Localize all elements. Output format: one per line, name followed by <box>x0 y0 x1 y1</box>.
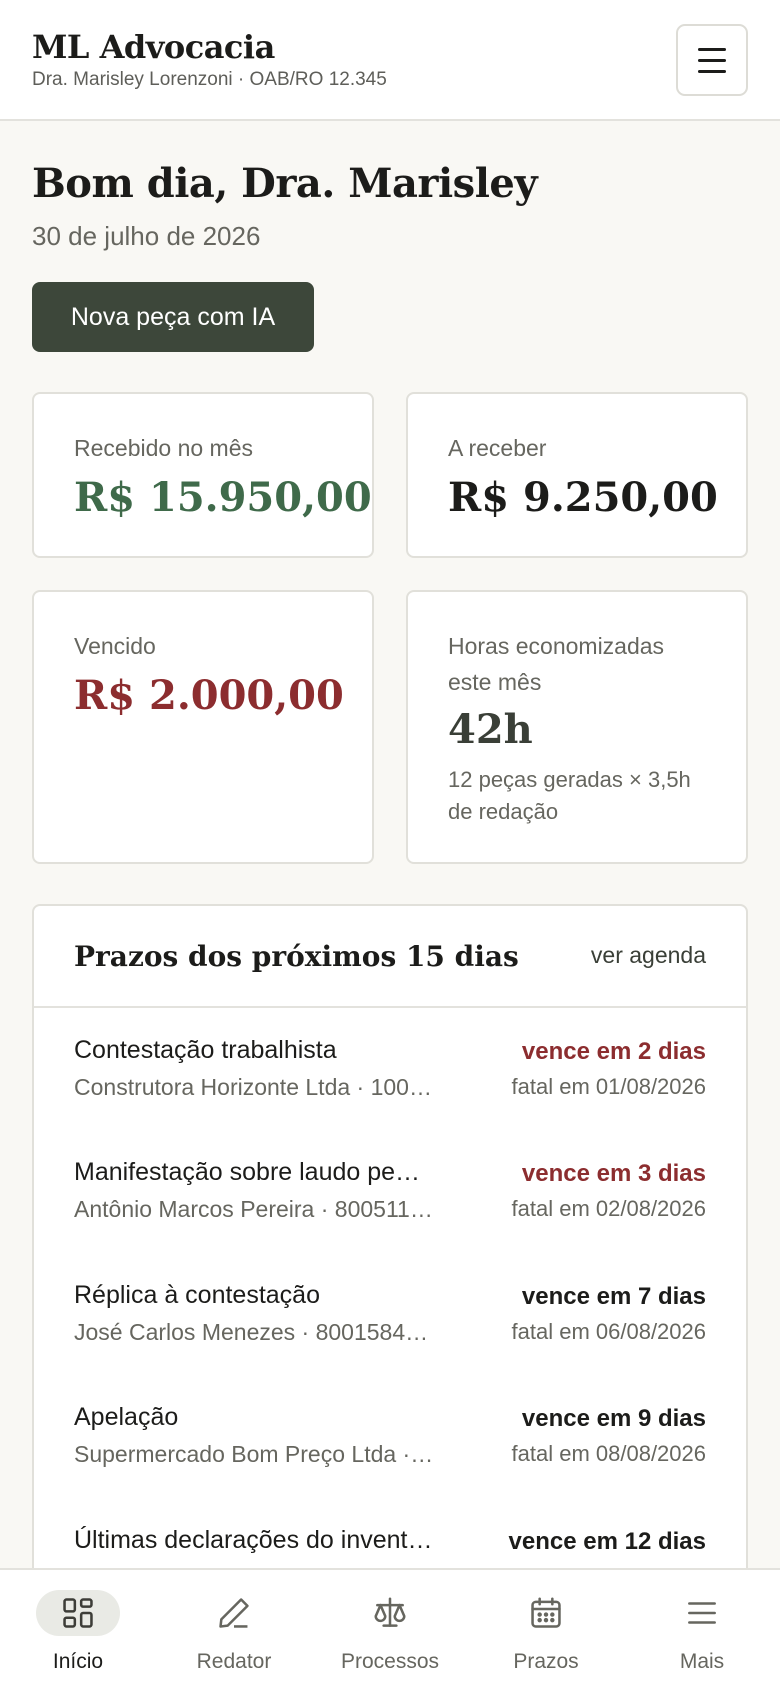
bottom-navigation: Início Redator Processos Prazos Mais <box>0 1568 780 1688</box>
hamburger-menu-icon <box>698 47 726 51</box>
deadline-subtitle: José Carlos Menezes · 8001584… <box>74 1319 429 1345</box>
lawyer-credentials: Dra. Marisley Lorenzoni · OAB/RO 12.345 <box>32 69 387 90</box>
nav-label: Processos <box>340 1650 440 1673</box>
deadline-subtitle: Construtora Horizonte Ltda · 100… <box>74 1074 432 1100</box>
stat-card-receivable: A receber R$ 9.250,00 <box>406 392 748 558</box>
deadline-due: vence em 9 dias <box>521 1405 706 1432</box>
app-header: ML Advocacia Dra. Marisley Lorenzoni · O… <box>0 0 780 121</box>
deadlines-header: Prazos dos próximos 15 dias ver agenda <box>34 906 746 1008</box>
stat-card-overdue: Vencido R$ 2.000,00 <box>32 590 374 864</box>
deadline-subtitle: Supermercado Bom Preço Ltda ·… <box>74 1441 434 1467</box>
deadline-item[interactable]: Apelação Supermercado Bom Preço Ltda ·… … <box>34 1403 746 1525</box>
deadline-item[interactable]: Contestação trabalhista Construtora Hori… <box>34 1036 746 1158</box>
deadline-fatal-date: fatal em 01/08/2026 <box>511 1074 706 1099</box>
grid-icon <box>63 1598 93 1628</box>
deadline-fatal-date: fatal em 02/08/2026 <box>511 1196 706 1221</box>
hamburger-menu-button[interactable] <box>676 24 748 96</box>
deadline-due: vence em 3 dias <box>521 1160 706 1187</box>
calendar-icon <box>531 1597 561 1628</box>
deadline-title: Manifestação sobre laudo pe… <box>74 1158 421 1186</box>
stat-label: Vencido <box>74 633 156 659</box>
deadline-title: Réplica à contestação <box>74 1281 320 1309</box>
firm-name: ML Advocacia <box>32 28 275 66</box>
nav-item-redator[interactable]: Redator <box>156 1570 312 1688</box>
scales-icon <box>374 1597 406 1627</box>
greeting-title: Bom dia, Dra. Marisley <box>32 160 538 207</box>
stat-card-received: Recebido no mês R$ 15.950,00 <box>32 392 374 558</box>
stat-label: Horas economizadas este mês <box>448 633 665 695</box>
deadline-title: Apelação <box>74 1403 179 1431</box>
new-ai-document-button[interactable]: Nova peça com IA <box>32 282 314 352</box>
current-date: 30 de julho de 2026 <box>32 221 261 251</box>
nav-label: Mais <box>679 1650 725 1673</box>
nav-item-inicio[interactable]: Início <box>0 1570 156 1688</box>
nav-item-processos[interactable]: Processos <box>312 1570 468 1688</box>
stat-label: Recebido no mês <box>74 435 253 461</box>
pencil-icon <box>219 1598 249 1628</box>
stat-card-hours-saved: Horas economizadas este mês 42h 12 peças… <box>406 590 748 864</box>
deadline-due: vence em 7 dias <box>521 1283 706 1310</box>
stat-note: 12 peças geradas × 3,5h de redação <box>448 767 691 824</box>
stat-value: 42h <box>448 706 533 753</box>
deadline-fatal-date: fatal em 06/08/2026 <box>511 1319 706 1344</box>
stat-label: A receber <box>448 435 547 461</box>
deadline-subtitle: Antônio Marcos Pereira · 800511… <box>74 1196 433 1222</box>
deadline-due: vence em 2 dias <box>521 1038 706 1065</box>
stat-value: R$ 2.000,00 <box>74 672 344 719</box>
deadlines-title: Prazos dos próximos 15 dias <box>74 940 519 973</box>
deadline-item[interactable]: Réplica à contestação José Carlos Meneze… <box>34 1281 746 1403</box>
view-agenda-link[interactable]: ver agenda <box>591 942 706 969</box>
deadlines-panel: Prazos dos próximos 15 dias ver agenda C… <box>32 904 748 1604</box>
nav-label: Início <box>52 1650 104 1673</box>
deadline-title: Últimas declarações do invent… <box>74 1526 433 1554</box>
deadline-item[interactable]: Manifestação sobre laudo pe… Antônio Mar… <box>34 1158 746 1280</box>
deadline-due: vence em 12 dias <box>508 1528 706 1555</box>
nav-label: Prazos <box>513 1650 579 1673</box>
deadline-fatal-date: fatal em 08/08/2026 <box>511 1441 706 1466</box>
menu-icon <box>688 1602 716 1624</box>
nav-label: Redator <box>196 1650 272 1673</box>
nav-item-prazos[interactable]: Prazos <box>468 1570 624 1688</box>
nav-item-mais[interactable]: Mais <box>624 1570 780 1688</box>
stat-value: R$ 9.250,00 <box>448 474 718 521</box>
deadline-title: Contestação trabalhista <box>74 1036 337 1064</box>
stat-value: R$ 15.950,00 <box>74 474 372 521</box>
